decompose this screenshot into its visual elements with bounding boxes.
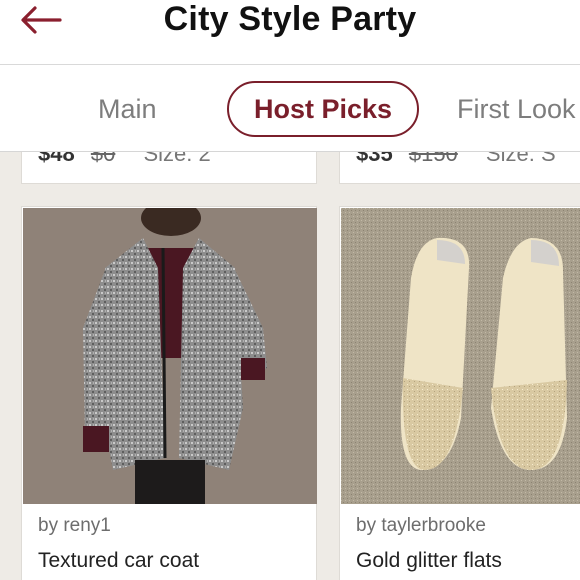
coat-photo-icon	[23, 208, 317, 504]
flats-photo-icon	[341, 208, 580, 504]
listing-title[interactable]: Gold glitter flats	[356, 549, 502, 573]
tab-main[interactable]: Main	[98, 81, 157, 137]
listing-card[interactable]: by reny1 Textured car coat	[21, 206, 317, 580]
seller-byline[interactable]: by taylerbrooke	[356, 515, 486, 537]
page-title: City Style Party	[163, 0, 417, 38]
listing-card[interactable]: by taylerbrooke Gold glitter flats	[339, 206, 580, 580]
listing-title[interactable]: Textured car coat	[38, 549, 199, 573]
seller-byline[interactable]: by reny1	[38, 515, 111, 537]
listing-photo[interactable]	[341, 208, 580, 504]
tab-bar: Main Host Picks First Look	[0, 65, 580, 152]
header: City Style Party	[0, 0, 580, 65]
tab-host-picks[interactable]: Host Picks	[227, 81, 419, 137]
listing-photo[interactable]	[23, 208, 317, 504]
app-root: City Style Party Main Host Picks First L…	[0, 0, 580, 580]
tab-first-look[interactable]: First Look	[457, 81, 576, 137]
